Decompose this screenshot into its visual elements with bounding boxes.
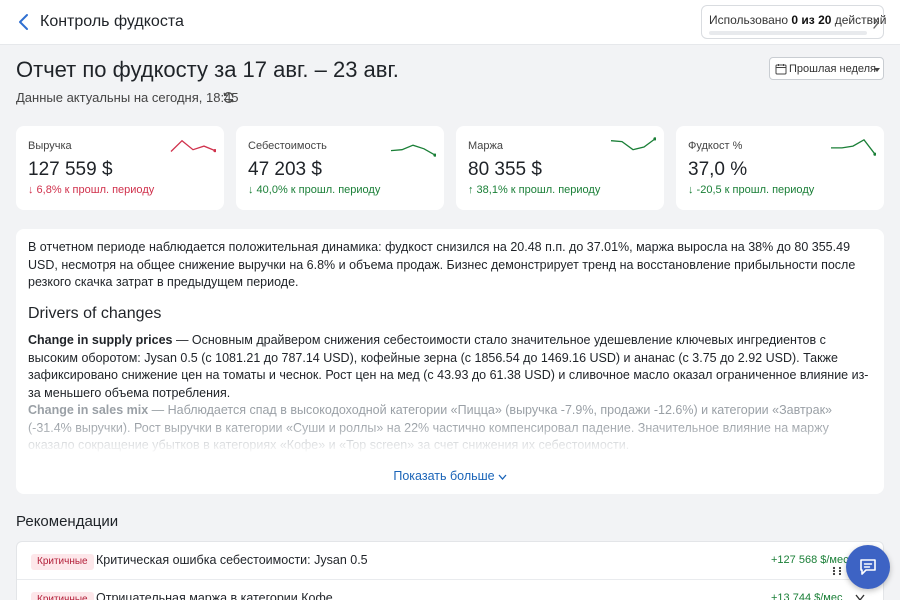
usage-progress-bar [709, 31, 867, 35]
sparkline-cost [390, 144, 436, 157]
recommendation-item[interactable]: Критичные Отрицательная маржа в категори… [17, 580, 883, 600]
sparkline-margin [610, 137, 656, 151]
kpi-delta: ↑ 38,1% к прошл. периоду [468, 184, 601, 196]
sparkline-path [170, 139, 216, 152]
recommendation-text: Отрицательная маржа в категории Кофе [96, 591, 333, 600]
kpi-value: 127 559 $ [28, 159, 113, 180]
recommendations-heading: Рекомендации [16, 513, 119, 530]
kpi-card-revenue: Выручка 127 559 $ ↓ 6,8% к прошл. период… [16, 126, 224, 210]
kpi-value: 47 203 $ [248, 159, 322, 180]
kpi-label: Фудкост % [688, 140, 743, 152]
summary-card: В отчетном периоде наблюдается положител… [16, 229, 884, 494]
data-updated-text: Данные актуальны на сегодня, 18:45 [16, 90, 239, 105]
top-bar: Контроль фудкоста Использовано 0 из 20 д… [0, 0, 900, 45]
driver-item: Change in supply prices — Основным драйв… [28, 332, 873, 402]
show-more-label: Показать больше [393, 469, 495, 483]
kpi-card-foodcost: Фудкост % 37,0 % ↓ -20,5 к прошл. период… [676, 126, 884, 210]
period-dropdown-label: Прошлая неделя [789, 63, 877, 75]
kpi-delta: ↓ 40,0% к прошл. периоду [248, 184, 381, 196]
back-arrow-icon[interactable] [14, 11, 34, 33]
calendar-icon [775, 64, 787, 75]
chat-button[interactable] [846, 545, 890, 589]
kpi-delta: ↓ -20,5 к прошл. периоду [688, 184, 815, 196]
chevron-right-icon [873, 17, 879, 29]
text-fade-overlay [16, 424, 884, 454]
page-title: Отчет по фудкосту за 17 авг. – 23 авг. [16, 57, 399, 82]
show-more-link[interactable]: Показать больше [16, 469, 884, 483]
sparkline-path [831, 138, 876, 155]
chat-icon [860, 559, 876, 575]
kpi-label: Выручка [28, 140, 72, 152]
kpi-card-cost: Себестоимость 47 203 $ ↓ 40,0% к прошл. … [236, 126, 444, 210]
recommendation-item[interactable]: Критичные Критическая ошибка себестоимос… [17, 542, 883, 580]
recommendation-amount: +127 568 $/мес [771, 554, 849, 566]
recommendation-amount: +13 744 $/мес [771, 592, 843, 600]
drag-handle-icon[interactable] [832, 566, 842, 576]
driver-title: Change in sales mix [28, 403, 149, 417]
app-title: Контроль фудкоста [40, 13, 184, 30]
refresh-icon[interactable] [222, 91, 235, 104]
kpi-value: 37,0 % [688, 159, 748, 180]
sparkline-path [610, 138, 656, 151]
kpi-label: Себестоимость [248, 140, 327, 152]
kpi-card-margin: Маржа 80 355 $ ↑ 38,1% к прошл. периоду [456, 126, 664, 210]
sparkline-path [390, 144, 436, 156]
severity-badge: Критичные [31, 554, 94, 570]
kpi-value: 80 355 $ [468, 159, 542, 180]
recommendations-list: Критичные Критическая ошибка себестоимос… [16, 541, 884, 600]
usage-prefix: Использовано [709, 13, 792, 27]
recommendation-text: Критическая ошибка себестоимости: Jysan … [96, 553, 368, 567]
sparkline-foodcost [831, 138, 876, 156]
driver-title: Change in supply prices [28, 333, 173, 347]
usage-count: 0 из 20 [791, 13, 832, 27]
chevron-down-icon [855, 594, 865, 600]
period-dropdown[interactable]: Прошлая неделя [769, 57, 884, 80]
caret-down-icon [874, 68, 880, 72]
summary-text: В отчетном периоде наблюдается положител… [28, 240, 856, 289]
kpi-delta: ↓ 6,8% к прошл. периоду [28, 184, 155, 196]
sparkline-revenue [170, 139, 216, 153]
usage-text: Использовано 0 из 20 действий [709, 13, 886, 27]
kpi-label: Маржа [468, 140, 503, 152]
usage-counter[interactable]: Использовано 0 из 20 действий [701, 5, 886, 39]
severity-badge: Критичные [31, 592, 94, 600]
drivers-heading: Drivers of changes [28, 305, 162, 322]
chevron-down-icon [498, 474, 507, 480]
